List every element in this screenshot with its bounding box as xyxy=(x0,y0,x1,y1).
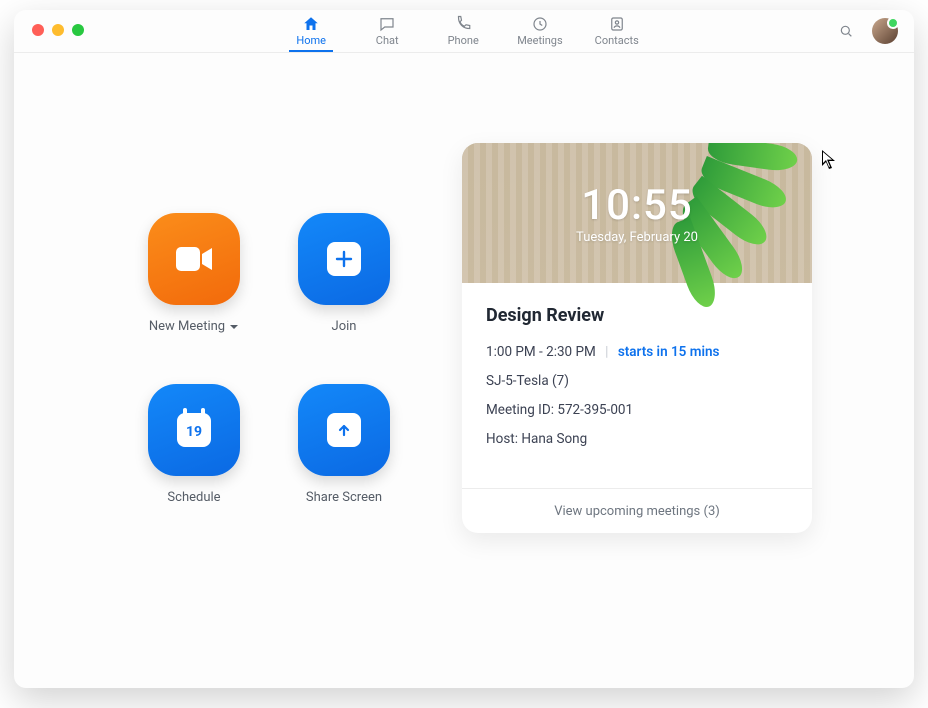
action-grid: New Meeting Join 19 xyxy=(124,213,414,505)
action-share-screen: Share Screen xyxy=(274,384,414,505)
join-button[interactable] xyxy=(298,213,390,305)
chat-icon xyxy=(378,15,396,33)
new-meeting-label: New Meeting xyxy=(149,319,225,334)
phone-icon xyxy=(454,15,472,33)
meeting-host-row: Host: Hana Song xyxy=(486,431,788,447)
share-screen-label: Share Screen xyxy=(306,490,382,505)
separator: | xyxy=(605,344,608,360)
new-meeting-button[interactable] xyxy=(148,213,240,305)
title-bar: Home Chat Phone Meetings Contacts xyxy=(14,10,914,53)
meeting-time-row: 1:00 PM - 2:30 PM | starts in 15 mins xyxy=(486,344,788,360)
meeting-host-label: Host: xyxy=(486,431,518,447)
calendar-day: 19 xyxy=(186,424,202,440)
search-icon[interactable] xyxy=(838,23,854,39)
clock-icon xyxy=(531,15,549,33)
chevron-down-icon xyxy=(229,322,239,332)
upcoming-label: View upcoming meetings (3) xyxy=(554,504,720,519)
tab-chat[interactable]: Chat xyxy=(365,15,409,52)
action-schedule: 19 Schedule xyxy=(124,384,264,505)
schedule-label: Schedule xyxy=(167,490,220,505)
meeting-starts-in: starts in 15 mins xyxy=(618,344,720,360)
action-new-meeting: New Meeting xyxy=(124,213,264,334)
tab-meetings-label: Meetings xyxy=(517,34,562,47)
tab-contacts-label: Contacts xyxy=(595,34,639,47)
top-tabs: Home Chat Phone Meetings Contacts xyxy=(14,10,914,52)
arrow-up-icon xyxy=(336,422,352,438)
contacts-icon xyxy=(608,15,626,33)
meeting-id-label: Meeting ID: xyxy=(486,402,554,418)
meeting-id-row: Meeting ID: 572-395-001 xyxy=(486,402,788,418)
avatar[interactable] xyxy=(872,18,898,44)
widget-body: Design Review 1:00 PM - 2:30 PM | starts… xyxy=(462,283,812,488)
home-icon xyxy=(302,15,320,33)
main-body: New Meeting Join 19 xyxy=(14,53,914,688)
calendar-icon: 19 xyxy=(177,413,211,447)
clock-date: Tuesday, February 20 xyxy=(576,230,698,245)
meeting-host-value: Hana Song xyxy=(521,431,587,447)
join-plus-badge xyxy=(327,242,361,276)
share-badge xyxy=(327,413,361,447)
meeting-title: Design Review xyxy=(486,305,788,326)
video-icon xyxy=(172,242,216,276)
view-upcoming-meetings[interactable]: View upcoming meetings (3) xyxy=(462,488,812,533)
meeting-time-range: 1:00 PM - 2:30 PM xyxy=(486,344,596,360)
tab-phone[interactable]: Phone xyxy=(441,15,485,52)
tab-contacts[interactable]: Contacts xyxy=(595,15,639,52)
widget-header: 10:55 Tuesday, February 20 xyxy=(462,143,812,283)
meeting-room: SJ-5-Tesla (7) xyxy=(486,373,788,389)
clock-time: 10:55 xyxy=(581,181,693,230)
tab-phone-label: Phone xyxy=(448,34,479,47)
new-meeting-label-row[interactable]: New Meeting xyxy=(149,319,239,334)
schedule-button[interactable]: 19 xyxy=(148,384,240,476)
app-window: Home Chat Phone Meetings Contacts xyxy=(14,10,914,688)
meeting-widget: 10:55 Tuesday, February 20 Design Review… xyxy=(462,143,812,533)
share-screen-button[interactable] xyxy=(298,384,390,476)
action-join: Join xyxy=(274,213,414,334)
tab-meetings[interactable]: Meetings xyxy=(517,15,562,52)
tab-home-label: Home xyxy=(296,34,326,47)
cursor-pointer-icon xyxy=(821,149,837,171)
tab-chat-label: Chat xyxy=(376,34,399,47)
join-label: Join xyxy=(332,319,357,334)
meeting-id-value: 572-395-001 xyxy=(557,402,633,418)
tab-home[interactable]: Home xyxy=(289,15,333,52)
plus-icon xyxy=(335,250,353,268)
titlebar-right xyxy=(838,18,898,44)
